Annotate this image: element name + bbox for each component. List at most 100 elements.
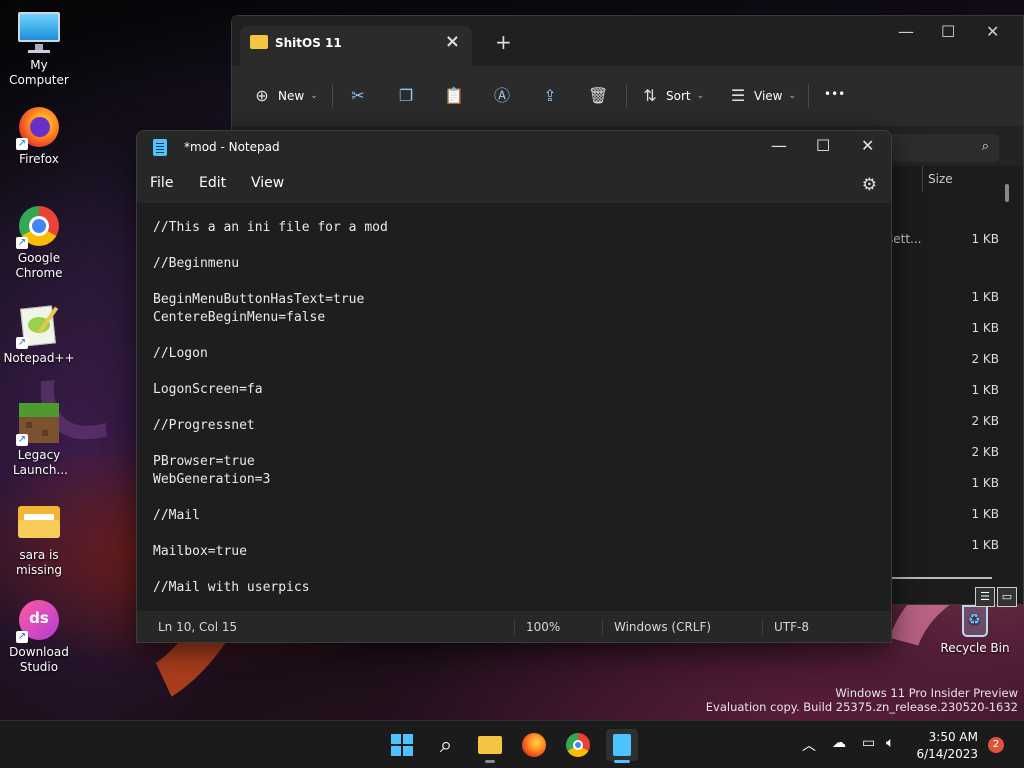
explorer-tab[interactable]: ShitOS 11 × bbox=[240, 26, 472, 66]
maximize-icon[interactable]: ☐ bbox=[941, 22, 955, 41]
rename-icon: Ⓐ bbox=[493, 86, 510, 105]
volume-icon[interactable]: 🔈︎ bbox=[886, 735, 894, 751]
rename-button[interactable]: Ⓐ bbox=[492, 86, 512, 106]
evaluation-watermark: Windows 11 Pro Insider Preview Evaluatio… bbox=[706, 686, 1018, 714]
minimize-icon[interactable]: — bbox=[771, 136, 787, 155]
monitor-icon bbox=[16, 10, 62, 56]
more-options-button[interactable]: ••• bbox=[824, 87, 845, 101]
status-bar: Ln 10, Col 15 100% Windows (CRLF) UTF-8 bbox=[137, 611, 891, 642]
close-icon[interactable]: ✕ bbox=[986, 22, 999, 41]
text-editor[interactable]: //This a an ini file for a mod //Beginme… bbox=[137, 203, 891, 611]
desktop-icon-chrome[interactable]: ↗ Google Chrome bbox=[0, 203, 78, 281]
minimize-icon[interactable]: — bbox=[898, 22, 914, 41]
file-size: 1 KB bbox=[971, 538, 999, 552]
display-icon[interactable]: ▭ bbox=[862, 735, 875, 751]
editor-line[interactable] bbox=[153, 327, 891, 345]
watermark-line-1: Windows 11 Pro Insider Preview bbox=[835, 686, 1018, 700]
active-indicator bbox=[614, 760, 630, 763]
settings-gear-icon[interactable]: ⚙ bbox=[862, 175, 877, 195]
details-view-icon[interactable]: ☰ bbox=[975, 587, 995, 607]
start-button[interactable] bbox=[386, 729, 418, 761]
taskbar-notepad[interactable] bbox=[606, 729, 638, 763]
desktop-icon-download-studio[interactable]: ds ↗ Download Studio bbox=[0, 597, 78, 675]
editor-line[interactable]: BeginMenuButtonHasText=true bbox=[153, 291, 891, 309]
editor-line[interactable]: CentereBeginMenu=false bbox=[153, 309, 891, 327]
system-clock[interactable]: 3:50 AM 6/14/2023 bbox=[916, 729, 978, 763]
share-button[interactable]: ⇪ bbox=[540, 86, 560, 106]
editor-line[interactable]: PBrowser=true bbox=[153, 453, 891, 471]
encoding[interactable]: UTF-8 bbox=[774, 620, 809, 634]
search-box[interactable]: 1 ⌕ bbox=[879, 134, 999, 162]
network-offline-icon[interactable]: ☁ bbox=[832, 735, 846, 751]
desktop-icon-my-computer[interactable]: My Computer bbox=[0, 10, 78, 88]
menu-bar: File Edit View ⚙ bbox=[137, 163, 891, 203]
view-button[interactable]: ☰ View ⌄ bbox=[728, 86, 796, 106]
notepadpp-icon: ↗ bbox=[16, 303, 62, 349]
desktop-icon-sara-is-missing[interactable]: sara is missing bbox=[0, 500, 78, 578]
cut-button[interactable]: ✂ bbox=[348, 86, 368, 106]
chevron-down-icon: ⌄ bbox=[696, 91, 705, 101]
toolbar-divider bbox=[332, 84, 333, 108]
desktop-icon-notepadpp[interactable]: ↗ Notepad++ bbox=[0, 303, 78, 366]
vertical-scrollbar[interactable] bbox=[1005, 184, 1009, 202]
show-hidden-icons-chevron-icon[interactable]: ︿ bbox=[802, 735, 816, 755]
editor-line[interactable] bbox=[153, 561, 891, 579]
editor-line[interactable] bbox=[153, 363, 891, 381]
sort-icon: ⇅ bbox=[643, 86, 657, 105]
editor-line[interactable] bbox=[153, 435, 891, 453]
editor-line[interactable]: LogonScreen=fa bbox=[153, 381, 891, 399]
download-studio-icon: ds ↗ bbox=[16, 597, 62, 643]
notification-badge[interactable]: 2 bbox=[988, 737, 1004, 753]
editor-line[interactable]: //Progressnet bbox=[153, 417, 891, 435]
editor-line[interactable]: //Mail bbox=[153, 507, 891, 525]
new-tab-button[interactable]: + bbox=[495, 30, 512, 54]
desktop-icon-label: My Computer bbox=[9, 58, 69, 87]
menu-view[interactable]: View bbox=[251, 175, 284, 191]
editor-line[interactable] bbox=[153, 273, 891, 291]
editor-line[interactable] bbox=[153, 525, 891, 543]
file-size: 2 KB bbox=[971, 352, 999, 366]
line-ending[interactable]: Windows (CRLF) bbox=[614, 620, 711, 634]
chevron-down-icon: ⌄ bbox=[310, 91, 318, 101]
delete-button[interactable]: 🗑 bbox=[588, 86, 608, 106]
editor-line[interactable]: //This a an ini file for a mod bbox=[153, 219, 891, 237]
menu-file[interactable]: File bbox=[150, 175, 173, 191]
taskbar-file-explorer[interactable] bbox=[474, 729, 506, 763]
new-button[interactable]: ⊕ New ⌄ bbox=[252, 86, 318, 106]
editor-line[interactable] bbox=[153, 237, 891, 255]
running-indicator bbox=[485, 760, 495, 763]
editor-line[interactable]: //Logon bbox=[153, 345, 891, 363]
editor-line[interactable]: //Mail with userpics bbox=[153, 579, 891, 597]
copy-button[interactable]: ❐ bbox=[396, 86, 416, 106]
window-title: *mod - Notepad bbox=[184, 140, 280, 154]
share-icon: ⇪ bbox=[543, 86, 557, 105]
taskbar-chrome[interactable] bbox=[562, 729, 594, 761]
file-name-fragment[interactable]: sett... bbox=[887, 232, 922, 246]
desktop-icon-firefox[interactable]: ↗ Firefox bbox=[0, 104, 78, 167]
tiles-view-icon[interactable]: ▭ bbox=[997, 587, 1017, 607]
close-icon[interactable]: ✕ bbox=[861, 136, 874, 155]
taskbar-search-button[interactable]: ⌕ bbox=[430, 729, 462, 761]
menu-edit[interactable]: Edit bbox=[199, 175, 226, 191]
editor-line[interactable] bbox=[153, 399, 891, 417]
desktop-icon-recycle-bin[interactable]: Recycle Bin bbox=[940, 605, 1010, 655]
paste-button[interactable]: 📋 bbox=[444, 86, 464, 106]
desktop-icon-label: Notepad++ bbox=[3, 351, 75, 365]
desktop-icon-legacy-launcher[interactable]: ↗ Legacy Launch... bbox=[0, 400, 78, 478]
zoom-level[interactable]: 100% bbox=[526, 620, 560, 634]
desktop-icon-label: Download Studio bbox=[9, 645, 69, 674]
editor-line[interactable]: //Beginmenu bbox=[153, 255, 891, 273]
size-column-header[interactable]: Size bbox=[928, 172, 953, 186]
horizontal-scrollbar[interactable] bbox=[892, 577, 992, 579]
close-tab-icon[interactable]: × bbox=[445, 31, 460, 52]
desktop-icon-label: Recycle Bin bbox=[940, 641, 1010, 655]
maximize-icon[interactable]: ☐ bbox=[816, 136, 830, 155]
folder-icon bbox=[16, 500, 62, 546]
chevron-down-icon: ⌄ bbox=[788, 91, 797, 101]
taskbar-firefox[interactable] bbox=[518, 729, 550, 761]
editor-line[interactable]: WebGeneration=3 bbox=[153, 471, 891, 489]
editor-line[interactable]: Mailbox=true bbox=[153, 543, 891, 561]
editor-line[interactable] bbox=[153, 489, 891, 507]
editor-content[interactable]: //This a an ini file for a mod //Beginme… bbox=[137, 203, 891, 597]
sort-button[interactable]: ⇅ Sort ⌄ bbox=[640, 86, 704, 106]
